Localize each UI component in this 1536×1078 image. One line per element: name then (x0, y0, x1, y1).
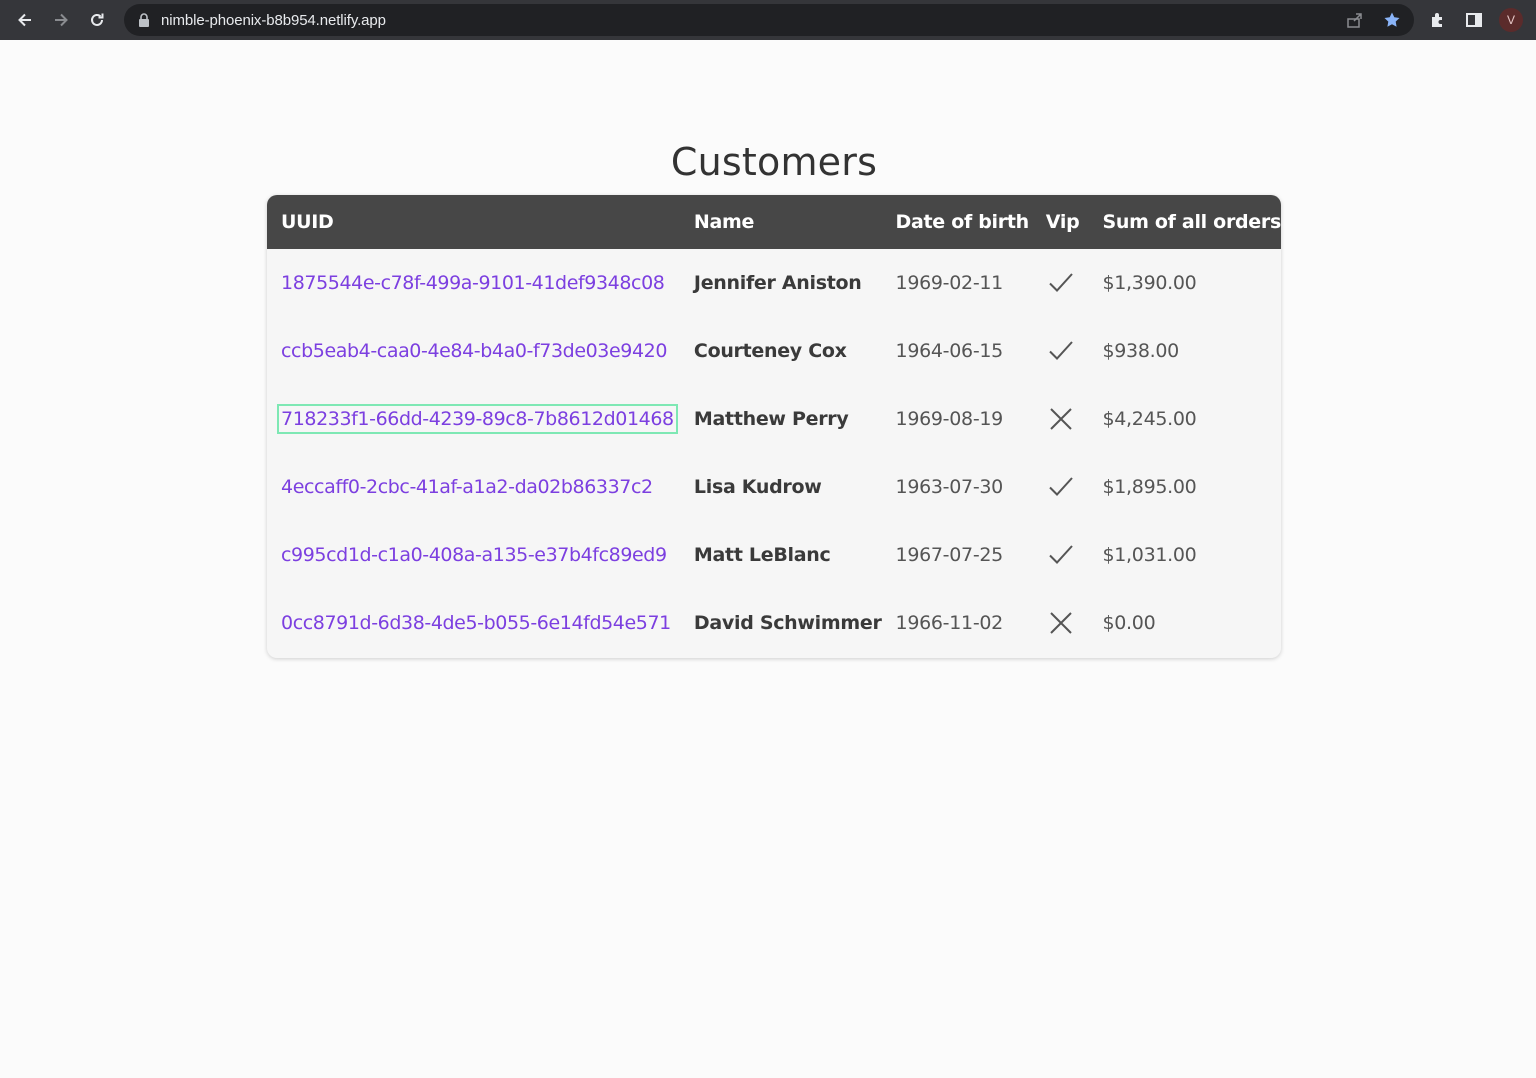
sum-cell: $1,390.00 (1102, 272, 1197, 294)
name-cell: Matt LeBlanc (693, 544, 831, 566)
profile-avatar[interactable]: V (1499, 8, 1523, 32)
forward-button[interactable] (47, 6, 75, 34)
dob-cell: 1964-06-15 (895, 340, 1004, 362)
table-row: ccb5eab4-caa0-4e84-b4a0-f73de03e9420 Cour… (267, 317, 1281, 385)
share-icon[interactable] (1346, 11, 1364, 29)
table-row: c995cd1d-c1a0-408a-a135-e37b4fc89ed9 Matt… (267, 521, 1281, 589)
table-header-row: UUID Name Date of birth Vip Sum of all o… (267, 195, 1281, 249)
uuid-link[interactable]: ccb5eab4-caa0-4e84-b4a0-f73de03e9420 (279, 338, 669, 364)
vip-cell (1032, 317, 1089, 385)
table-row: 1875544e-c78f-499a-9101-41def9348c08 Jenn… (267, 249, 1281, 317)
bookmark-star-icon[interactable] (1383, 11, 1401, 29)
uuid-cell: ccb5eab4-caa0-4e84-b4a0-f73de03e9420 (267, 317, 680, 385)
name-cell: Courteney Cox (693, 340, 847, 362)
back-button[interactable] (11, 6, 39, 34)
dob-cell: 1966-11-02 (895, 612, 1004, 634)
table-row: 4eccaff0-2cbc-41af-a1a2-da02b86337c2 Lisa… (267, 453, 1281, 521)
uuid-cell: 718233f1-66dd-4239-89c8-7b8612d01468 (267, 385, 680, 453)
arrow-left-icon (18, 13, 31, 27)
reload-icon (91, 13, 104, 26)
uuid-cell: 4eccaff0-2cbc-41af-a1a2-da02b86337c2 (267, 453, 680, 521)
uuid-cell: 0cc8791d-6d38-4de5-b055-6e14fd54e571 (267, 589, 680, 657)
customers-table: UUID Name Date of birth Vip Sum of all o… (267, 195, 1281, 658)
check-icon (1049, 477, 1073, 496)
name-cell: Matthew Perry (693, 408, 849, 430)
check-icon (1049, 341, 1073, 360)
vip-cell (1032, 385, 1089, 453)
check-icon (1049, 273, 1073, 292)
lock-icon (139, 13, 149, 27)
extensions-icon[interactable] (1428, 10, 1448, 30)
dob-cell: 1967-07-25 (895, 544, 1004, 566)
header-name: Name (693, 211, 755, 233)
dob-cell: 1969-08-19 (895, 408, 1004, 430)
uuid-link[interactable]: 1875544e-c78f-499a-9101-41def9348c08 (279, 270, 666, 296)
x-icon (1050, 612, 1072, 634)
check-icon (1049, 545, 1073, 564)
profile-initial: V (1506, 13, 1515, 27)
header-sum-of-orders: Sum of all orders (1102, 211, 1281, 233)
table-row: 0cc8791d-6d38-4de5-b055-6e14fd54e571 Davi… (267, 589, 1281, 657)
vip-cell (1032, 249, 1089, 317)
url-text: nimble-phoenix-b8b954.netlify.app (161, 12, 386, 29)
dob-cell: 1963-07-30 (895, 476, 1004, 498)
sum-cell: $0.00 (1102, 612, 1156, 634)
uuid-link[interactable]: 4eccaff0-2cbc-41af-a1a2-da02b86337c2 (279, 474, 655, 500)
name-cell: David Schwimmer (693, 612, 882, 634)
uuid-link[interactable]: 0cc8791d-6d38-4de5-b055-6e14fd54e571 (279, 610, 673, 636)
arrow-right-icon (55, 13, 68, 27)
sum-cell: $4,245.00 (1102, 408, 1197, 430)
reload-button[interactable] (83, 6, 111, 34)
side-panel-icon[interactable] (1464, 10, 1484, 30)
uuid-link[interactable]: 718233f1-66dd-4239-89c8-7b8612d01468 (277, 404, 678, 434)
dob-cell: 1969-02-11 (895, 272, 1004, 294)
uuid-link[interactable]: c995cd1d-c1a0-408a-a135-e37b4fc89ed9 (279, 542, 669, 568)
uuid-cell: 1875544e-c78f-499a-9101-41def9348c08 (267, 249, 680, 317)
sum-cell: $938.00 (1102, 340, 1179, 362)
browser-toolbar: nimble-phoenix-b8b954.netlify.app V (0, 0, 1536, 40)
name-cell: Lisa Kudrow (693, 476, 822, 498)
vip-cell (1032, 521, 1089, 589)
name-cell: Jennifer Aniston (693, 272, 862, 294)
sum-cell: $1,031.00 (1102, 544, 1197, 566)
header-date-of-birth: Date of birth (895, 211, 1030, 233)
header-uuid: UUID (281, 211, 334, 233)
page-title: Customers (670, 140, 878, 184)
table-row: 718233f1-66dd-4239-89c8-7b8612d01468 Matt… (267, 385, 1281, 453)
vip-cell (1032, 589, 1089, 657)
header-vip: Vip (1045, 211, 1080, 233)
sum-cell: $1,895.00 (1102, 476, 1197, 498)
uuid-cell: c995cd1d-c1a0-408a-a135-e37b4fc89ed9 (267, 521, 680, 589)
vip-cell (1032, 453, 1089, 521)
address-bar[interactable]: nimble-phoenix-b8b954.netlify.app (124, 4, 1414, 36)
x-icon (1050, 408, 1072, 430)
